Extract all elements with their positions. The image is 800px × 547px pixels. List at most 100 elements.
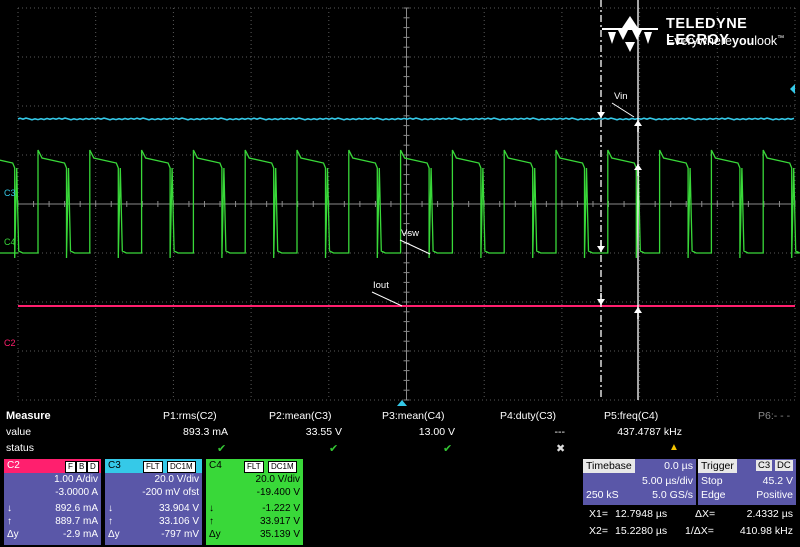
c3-down-value: 33.904 V [158, 503, 199, 514]
measure-title: Measure [6, 410, 51, 422]
measure-value-row: value 893.3 mA 33.55 V 13.00 V --- 437.4… [0, 426, 800, 442]
c2-delta-label: Δy [7, 529, 19, 540]
c4-up-value: 33.917 V [259, 516, 300, 527]
param-p1-name[interactable]: P1:rms(C2) [163, 410, 217, 422]
measure-header-row: Measure P1:rms(C2) P2:mean(C3) P3:mean(C… [0, 410, 800, 426]
measure-status-row: status ✔ ✔ ✔ ✖ ▲ [0, 442, 800, 458]
inv-dx-value: 410.98 kHz [739, 525, 793, 537]
trigger-type: Edge [701, 489, 726, 501]
c3-down-cursor-icon: ↓ [108, 503, 113, 514]
c3-delta-value: -797 mV [161, 529, 199, 540]
c3-trace-label[interactable]: C3 [4, 188, 16, 198]
c4-delta-value: 35.139 V [259, 529, 300, 540]
c2-down-value: 892.6 mA [55, 503, 98, 514]
c2-badge-f: F [65, 461, 76, 473]
x1-label: X1= [589, 508, 608, 520]
dx-label: ΔX= [695, 508, 716, 520]
c3-name: C3 [108, 460, 121, 471]
p2-status-check-icon: ✔ [329, 443, 339, 455]
c2-badge-d: D [87, 461, 99, 473]
c4-up-cursor-icon: ↑ [209, 516, 214, 527]
p4-status-cross-icon: ✖ [556, 443, 566, 455]
x2-label: X2= [589, 525, 608, 537]
param-p2-name[interactable]: P2:mean(C3) [269, 410, 331, 422]
x2-value: 15.2280 µs [615, 525, 668, 537]
c4-delta-label: Δy [209, 529, 221, 540]
param-p3-name[interactable]: P3:mean(C4) [382, 410, 444, 422]
c3-badge-dc1m: DC1M [167, 461, 196, 473]
param-p2-value: 33.55 V [305, 426, 342, 438]
c4-selected-body: 20.0 V/div -19.400 V ↓ -1.222 V ↑ 33.917 V… [206, 473, 303, 545]
c3-up-cursor-icon: ↑ [108, 516, 113, 527]
tagline-bold: you [732, 34, 755, 48]
p3-status-check-icon: ✔ [443, 443, 453, 455]
trigger-title: Trigger [698, 459, 737, 473]
inv-dx-label: 1/ΔX= [685, 525, 714, 537]
c2-badge-b: B [76, 461, 88, 473]
param-p1-value: 893.3 mA [183, 426, 228, 438]
channel-c2-descriptor[interactable]: C2 F B D 1.00 A/div -3.0000 A ↓ 892.6 mA … [4, 459, 101, 545]
param-p5-value: 437.4787 kHz [617, 426, 682, 438]
dx-value: 2.4332 µs [746, 508, 793, 520]
trigger-descriptor[interactable]: Trigger C3 DC Stop 45.2 V Edge Positive [698, 459, 796, 505]
c4-offset: -19.400 V [256, 487, 300, 498]
c2-vdiv: 1.00 A/div [54, 474, 98, 485]
trigger-level: 45.2 V [762, 475, 793, 487]
param-p6-name[interactable]: P6:- - - [758, 410, 790, 422]
timebase-samples: 250 kS [586, 489, 619, 501]
measure-table[interactable]: Measure P1:rms(C2) P2:mean(C3) P3:mean(C… [0, 408, 800, 458]
c3-up-value: 33.106 V [158, 516, 199, 527]
trigger-slope: Positive [756, 489, 793, 501]
param-p3-value: 13.00 V [418, 426, 455, 438]
p1-status-check-icon: ✔ [217, 443, 227, 455]
c4-down-cursor-icon: ↓ [209, 503, 214, 514]
c4-name: C4 [209, 460, 222, 471]
trigger-source: C3 [756, 460, 773, 471]
x1-value: 12.7948 µs [615, 508, 668, 520]
timebase-tdiv: 5.00 µs/div [642, 475, 693, 487]
vin-annotation: Vin [614, 91, 628, 102]
c2-up-cursor-icon: ↑ [7, 516, 12, 527]
timebase-descriptor[interactable]: Timebase 0.0 µs 5.00 µs/div 250 kS 5.0 G… [583, 459, 696, 505]
channel-c4-descriptor[interactable]: C4 FLT DC1M 20.0 V/div -19.400 V ↓ -1.222… [206, 459, 303, 545]
c4-trace-label[interactable]: C4 [4, 237, 16, 247]
c3-header: C3 FLT DC1M [105, 459, 202, 473]
c3-vdiv: 20.0 V/div [154, 474, 199, 485]
tagline-pre: Everywhere [666, 34, 732, 48]
value-row-label: value [6, 426, 32, 438]
c2-name: C2 [7, 460, 20, 471]
teledyne-lecroy-logo: TELEDYNE LECROY Everywhereyoulook™ [600, 14, 795, 54]
timebase-delay: 0.0 µs [664, 460, 693, 472]
teledyne-logo-icon [602, 16, 658, 52]
c4-badge-flt: FLT [244, 461, 264, 473]
p5-status-warning-icon: ▲ [669, 442, 679, 453]
iout-annotation: Iout [373, 280, 389, 291]
param-p4-name[interactable]: P4:duty(C3) [500, 410, 556, 422]
status-row-label: status [6, 442, 35, 454]
brand-tagline: Everywhereyoulook™ [666, 34, 784, 48]
c3-offset: -200 mV ofst [142, 487, 199, 498]
vsw-annotation: Vsw [401, 228, 419, 239]
param-p4-value: --- [554, 426, 566, 438]
c4-header: C4 FLT DC1M [206, 459, 303, 473]
trigger-mode: Stop [701, 475, 723, 487]
c2-offset: -3.0000 A [55, 487, 98, 498]
c4-vdiv: 20.0 V/div [255, 474, 300, 485]
c2-trace-label[interactable]: C2 [4, 338, 16, 348]
c3-delta-label: Δy [108, 529, 120, 540]
c4-badge-dc1m: DC1M [268, 461, 297, 473]
tagline-post: look [754, 34, 778, 48]
cursor-readout[interactable]: X1= 12.7948 µs ΔX= 2.4332 µs X2= 15.2280… [583, 506, 797, 544]
channel-c3-descriptor[interactable]: C3 FLT DC1M 20.0 V/div -200 mV ofst ↓ 33.… [105, 459, 202, 545]
timebase-title: Timebase [583, 459, 635, 473]
c4-down-value: -1.222 V [262, 503, 300, 514]
c3-badge-flt: FLT [143, 461, 163, 473]
c2-down-cursor-icon: ↓ [7, 503, 12, 514]
c2-header: C2 F B D [4, 459, 101, 473]
param-p5-name[interactable]: P5:freq(C4) [604, 410, 658, 422]
timebase-rate: 5.0 GS/s [652, 489, 693, 501]
tagline-tm: ™ [777, 34, 785, 42]
trigger-coupling: DC [775, 460, 793, 471]
c2-up-value: 889.7 mA [55, 516, 98, 527]
c2-delta-value: -2.9 mA [62, 529, 98, 540]
